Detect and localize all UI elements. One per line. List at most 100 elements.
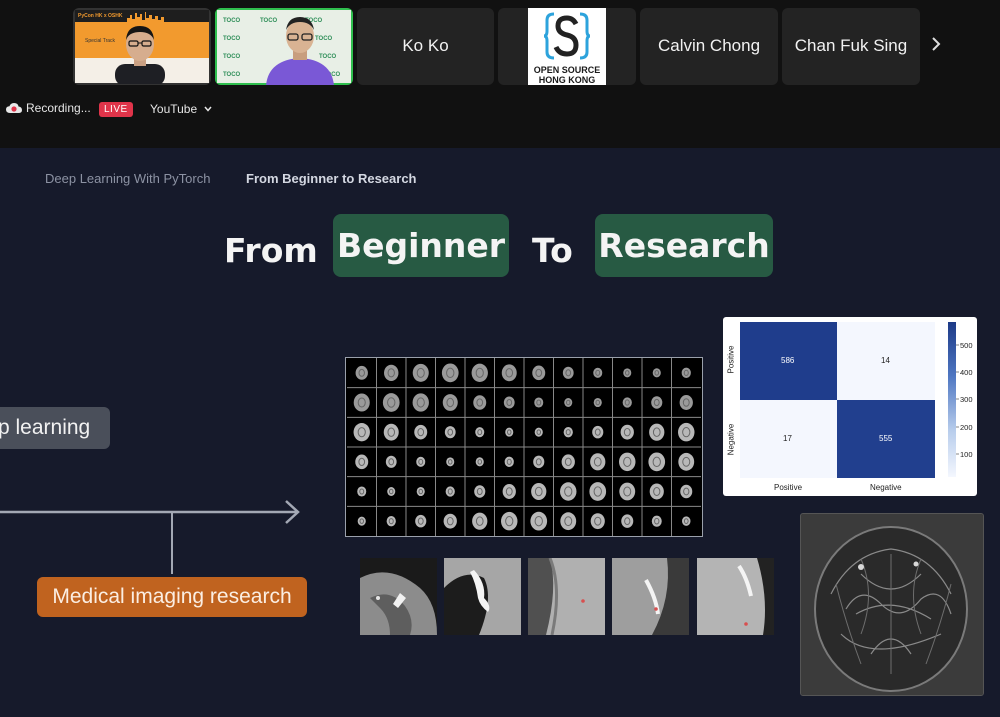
recording-indicator[interactable]: Recording... <box>6 101 91 115</box>
mri-slice <box>446 457 455 467</box>
mri-slice <box>533 455 545 469</box>
headline-from: From <box>224 231 318 270</box>
confusion-matrix: 586 14 17 555 Positive Negative Positive… <box>723 317 977 496</box>
saliency-map-image <box>801 514 983 695</box>
participant-tile-ko-ko[interactable]: Ko Ko <box>357 8 494 85</box>
mri-slice <box>472 512 488 530</box>
mri-slice <box>590 453 606 471</box>
headline-pill-research: Research <box>595 214 773 277</box>
speaker-video <box>266 17 334 85</box>
cm-col-label-negative: Negative <box>870 483 902 492</box>
mri-slice <box>475 427 485 438</box>
mri-slice <box>382 393 400 412</box>
live-badge: LIVE <box>99 102 133 117</box>
mri-crop-3 <box>528 558 605 635</box>
mri-slice <box>444 426 456 439</box>
breadcrumb-course: Deep Learning With PyTorch <box>45 171 211 186</box>
recording-label: Recording... <box>26 101 91 115</box>
mri-slice <box>563 426 573 438</box>
mri-slice <box>562 366 574 379</box>
participant-name: Calvin Chong <box>657 36 761 55</box>
cm-row-label-negative: Negative <box>726 423 736 456</box>
mri-slice <box>353 422 370 442</box>
mri-slice <box>441 363 459 383</box>
mri-slice <box>442 394 458 411</box>
mri-slice <box>387 486 396 497</box>
mri-slice <box>681 367 691 379</box>
mri-slice <box>501 364 517 382</box>
breadcrumb-current: From Beginner to Research <box>246 171 417 186</box>
mri-slice <box>651 515 662 527</box>
medical-imaging-tag: Medical imaging research <box>37 577 307 617</box>
cm-tick: 100 <box>960 450 973 459</box>
cm-tick: 300 <box>960 395 973 404</box>
zoom-window: PyCon HK x OSHK Special Track TOCO TOCO … <box>0 0 1000 717</box>
mri-slice <box>386 515 396 527</box>
mri-slice <box>355 454 369 470</box>
saliency-map <box>800 513 984 696</box>
mri-slice <box>353 393 370 412</box>
participant-tile-chan-fuk-sing[interactable]: Chan Fuk Sing <box>782 8 920 85</box>
headline-to: To <box>532 231 573 270</box>
logo-text-line2: HONG KONG <box>538 75 596 85</box>
chevron-down-icon <box>204 106 212 112</box>
participant-tile-calvin-chong[interactable]: Calvin Chong <box>640 8 778 85</box>
mri-slice <box>475 457 484 467</box>
mri-slice <box>593 397 602 408</box>
mri-slice <box>619 452 636 472</box>
mri-slice <box>592 425 604 439</box>
shared-slide: Deep Learning With PyTorch From Beginner… <box>0 148 1000 717</box>
mri-slice <box>505 427 514 437</box>
open-source-hk-logo: OPEN SOURCE HONG KONG <box>528 8 606 85</box>
mri-slice <box>678 452 695 471</box>
mri-slice <box>621 514 634 528</box>
mri-slice <box>619 482 636 501</box>
mri-slice <box>649 483 664 500</box>
mri-slice <box>682 516 691 526</box>
cloud-record-icon <box>6 103 22 113</box>
participant-tile-slide[interactable]: PyCon HK x OSHK Special Track <box>73 8 211 85</box>
participant-tile-oshk[interactable]: OPEN SOURCE HONG KONG <box>498 8 636 85</box>
mri-slice <box>443 513 457 529</box>
cm-tick: 200 <box>960 423 973 432</box>
mri-slice <box>590 513 605 530</box>
mri-slice <box>471 363 488 383</box>
mri-slice <box>564 397 573 408</box>
deep-learning-tag: p learning <box>0 407 110 449</box>
mri-crop-5 <box>697 558 774 635</box>
mri-slice <box>414 424 428 440</box>
mri-slice <box>355 365 368 380</box>
chevron-right-icon[interactable] <box>930 34 942 58</box>
participant-tile-active-speaker[interactable]: TOCO TOCO TOCO TOCO TOCO TOCO TOCO TOCO … <box>215 8 353 85</box>
speaker-video <box>115 26 165 84</box>
mri-slice <box>680 484 693 499</box>
headline-pill-beginner: Beginner <box>333 214 509 277</box>
cm-colorbar <box>948 322 956 477</box>
mri-slice <box>383 423 399 441</box>
participant-strip: PyCon HK x OSHK Special Track TOCO TOCO … <box>0 0 1000 148</box>
mri-slice <box>534 427 543 437</box>
cm-tick: 400 <box>960 368 973 377</box>
mri-crop-4 <box>612 558 689 635</box>
stream-dropdown[interactable]: YouTube <box>145 98 217 120</box>
cm-value-fp: 17 <box>783 434 792 443</box>
mri-slice <box>415 514 427 528</box>
cm-value-tp: 586 <box>781 356 795 365</box>
mri-slice <box>445 486 455 497</box>
mri-crop-2 <box>444 558 521 635</box>
mri-slice <box>530 511 548 531</box>
skyline-icon <box>127 12 164 22</box>
mri-slice <box>622 397 632 408</box>
mri-slice <box>651 396 663 409</box>
mri-slice <box>357 486 367 497</box>
cm-tick: 500 <box>960 341 973 350</box>
mri-slice <box>532 365 546 381</box>
mri-slice <box>560 512 577 531</box>
mri-slice <box>593 367 603 378</box>
mri-slice <box>589 482 607 501</box>
mri-slice <box>649 423 665 441</box>
oshk-logo-icon <box>544 12 590 60</box>
mri-crop-1 <box>360 558 437 635</box>
mri-slice <box>648 452 666 472</box>
cm-value-fn: 14 <box>881 356 890 365</box>
